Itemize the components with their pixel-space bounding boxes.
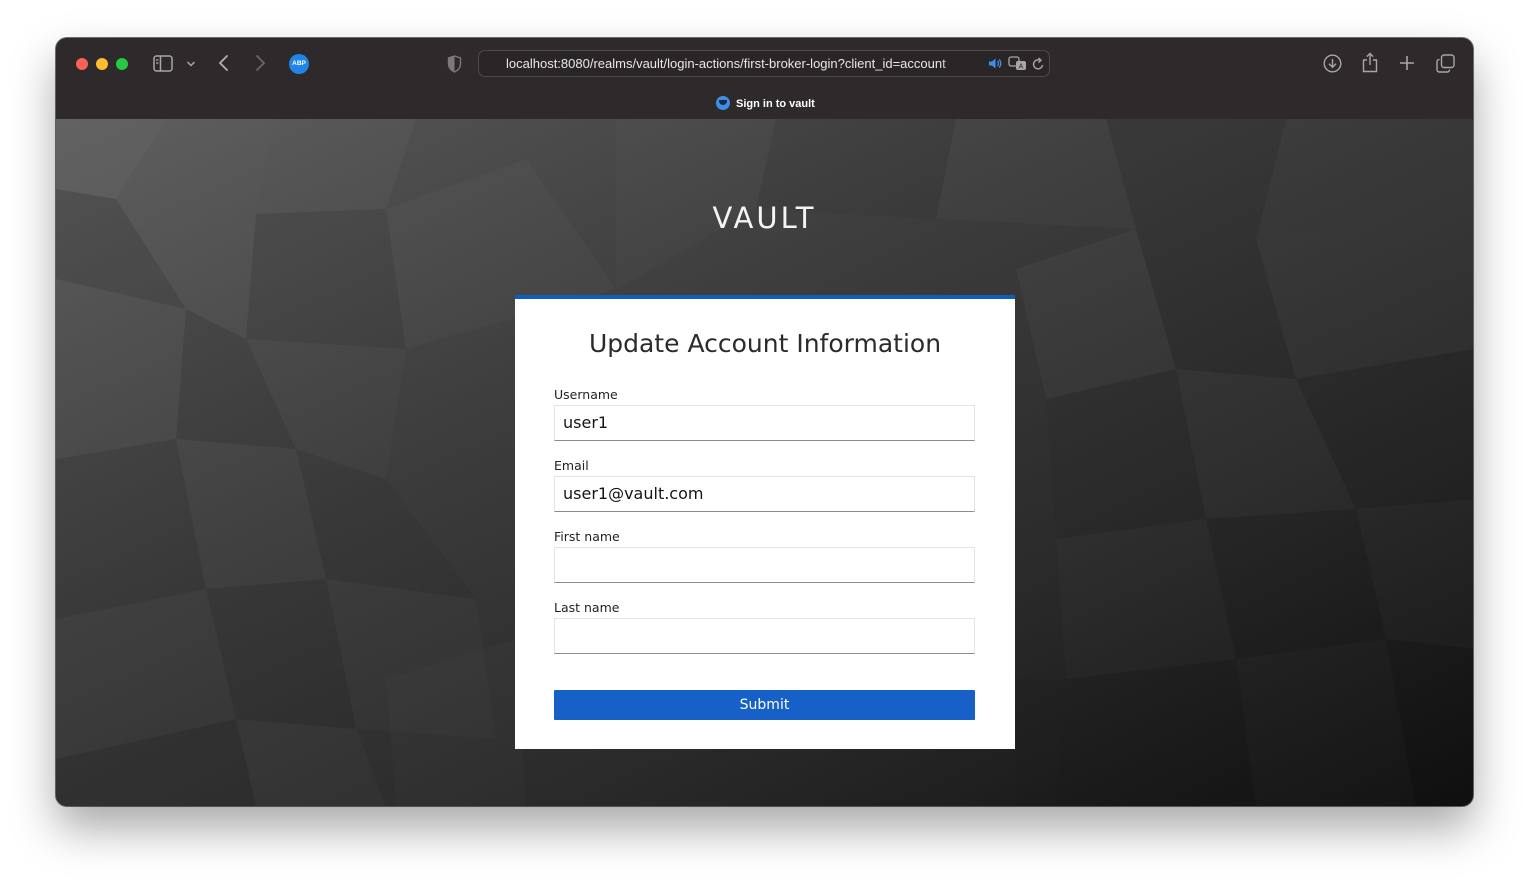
- privacy-shield-icon[interactable]: [447, 55, 462, 73]
- active-tab[interactable]: Sign in to vault: [716, 96, 815, 110]
- downloads-icon[interactable]: [1323, 54, 1342, 73]
- adblock-extension-icon[interactable]: ABP: [289, 54, 309, 74]
- keycloak-favicon-icon: [716, 96, 730, 110]
- sidebar-toggle-icon[interactable]: [153, 55, 173, 72]
- form-title: Update Account Information: [588, 329, 942, 358]
- close-window-button[interactable]: [76, 58, 88, 70]
- svg-text:A: A: [1019, 64, 1024, 71]
- email-input[interactable]: user1@vault.com: [554, 476, 975, 512]
- forward-arrow-icon[interactable]: [254, 54, 266, 72]
- page-background: VAULT Update Account Information Usernam…: [56, 119, 1473, 806]
- first-name-label: First name: [554, 529, 620, 544]
- tab-overview-icon[interactable]: [1436, 54, 1455, 73]
- translate-icon[interactable]: A: [1008, 56, 1027, 71]
- back-arrow-icon[interactable]: [218, 54, 230, 72]
- address-bar[interactable]: localhost:8080/realms/vault/login-action…: [478, 50, 1050, 77]
- browser-toolbar: ABP localhost:8080/realms/vault/login-ac…: [56, 38, 1473, 120]
- maximize-window-button[interactable]: [116, 58, 128, 70]
- submit-button[interactable]: Submit: [554, 690, 975, 720]
- realm-brand-title: VAULT: [712, 201, 817, 235]
- new-tab-plus-icon[interactable]: [1399, 55, 1415, 71]
- update-account-form: Update Account Information Username user…: [515, 295, 1015, 749]
- reload-icon[interactable]: [1032, 57, 1045, 71]
- username-input[interactable]: user1: [554, 405, 975, 441]
- email-label: Email: [554, 458, 589, 473]
- browser-window: ABP localhost:8080/realms/vault/login-ac…: [56, 38, 1473, 806]
- url-text[interactable]: localhost:8080/realms/vault/login-action…: [506, 56, 976, 71]
- chevron-down-icon[interactable]: [186, 60, 196, 68]
- minimize-window-button[interactable]: [96, 58, 108, 70]
- last-name-input[interactable]: [554, 618, 975, 654]
- first-name-input[interactable]: [554, 547, 975, 583]
- audio-playing-icon[interactable]: [988, 57, 1002, 70]
- share-icon[interactable]: [1362, 52, 1378, 73]
- last-name-label: Last name: [554, 600, 620, 615]
- username-label: Username: [554, 387, 618, 402]
- tab-title-text: Sign in to vault: [736, 98, 815, 110]
